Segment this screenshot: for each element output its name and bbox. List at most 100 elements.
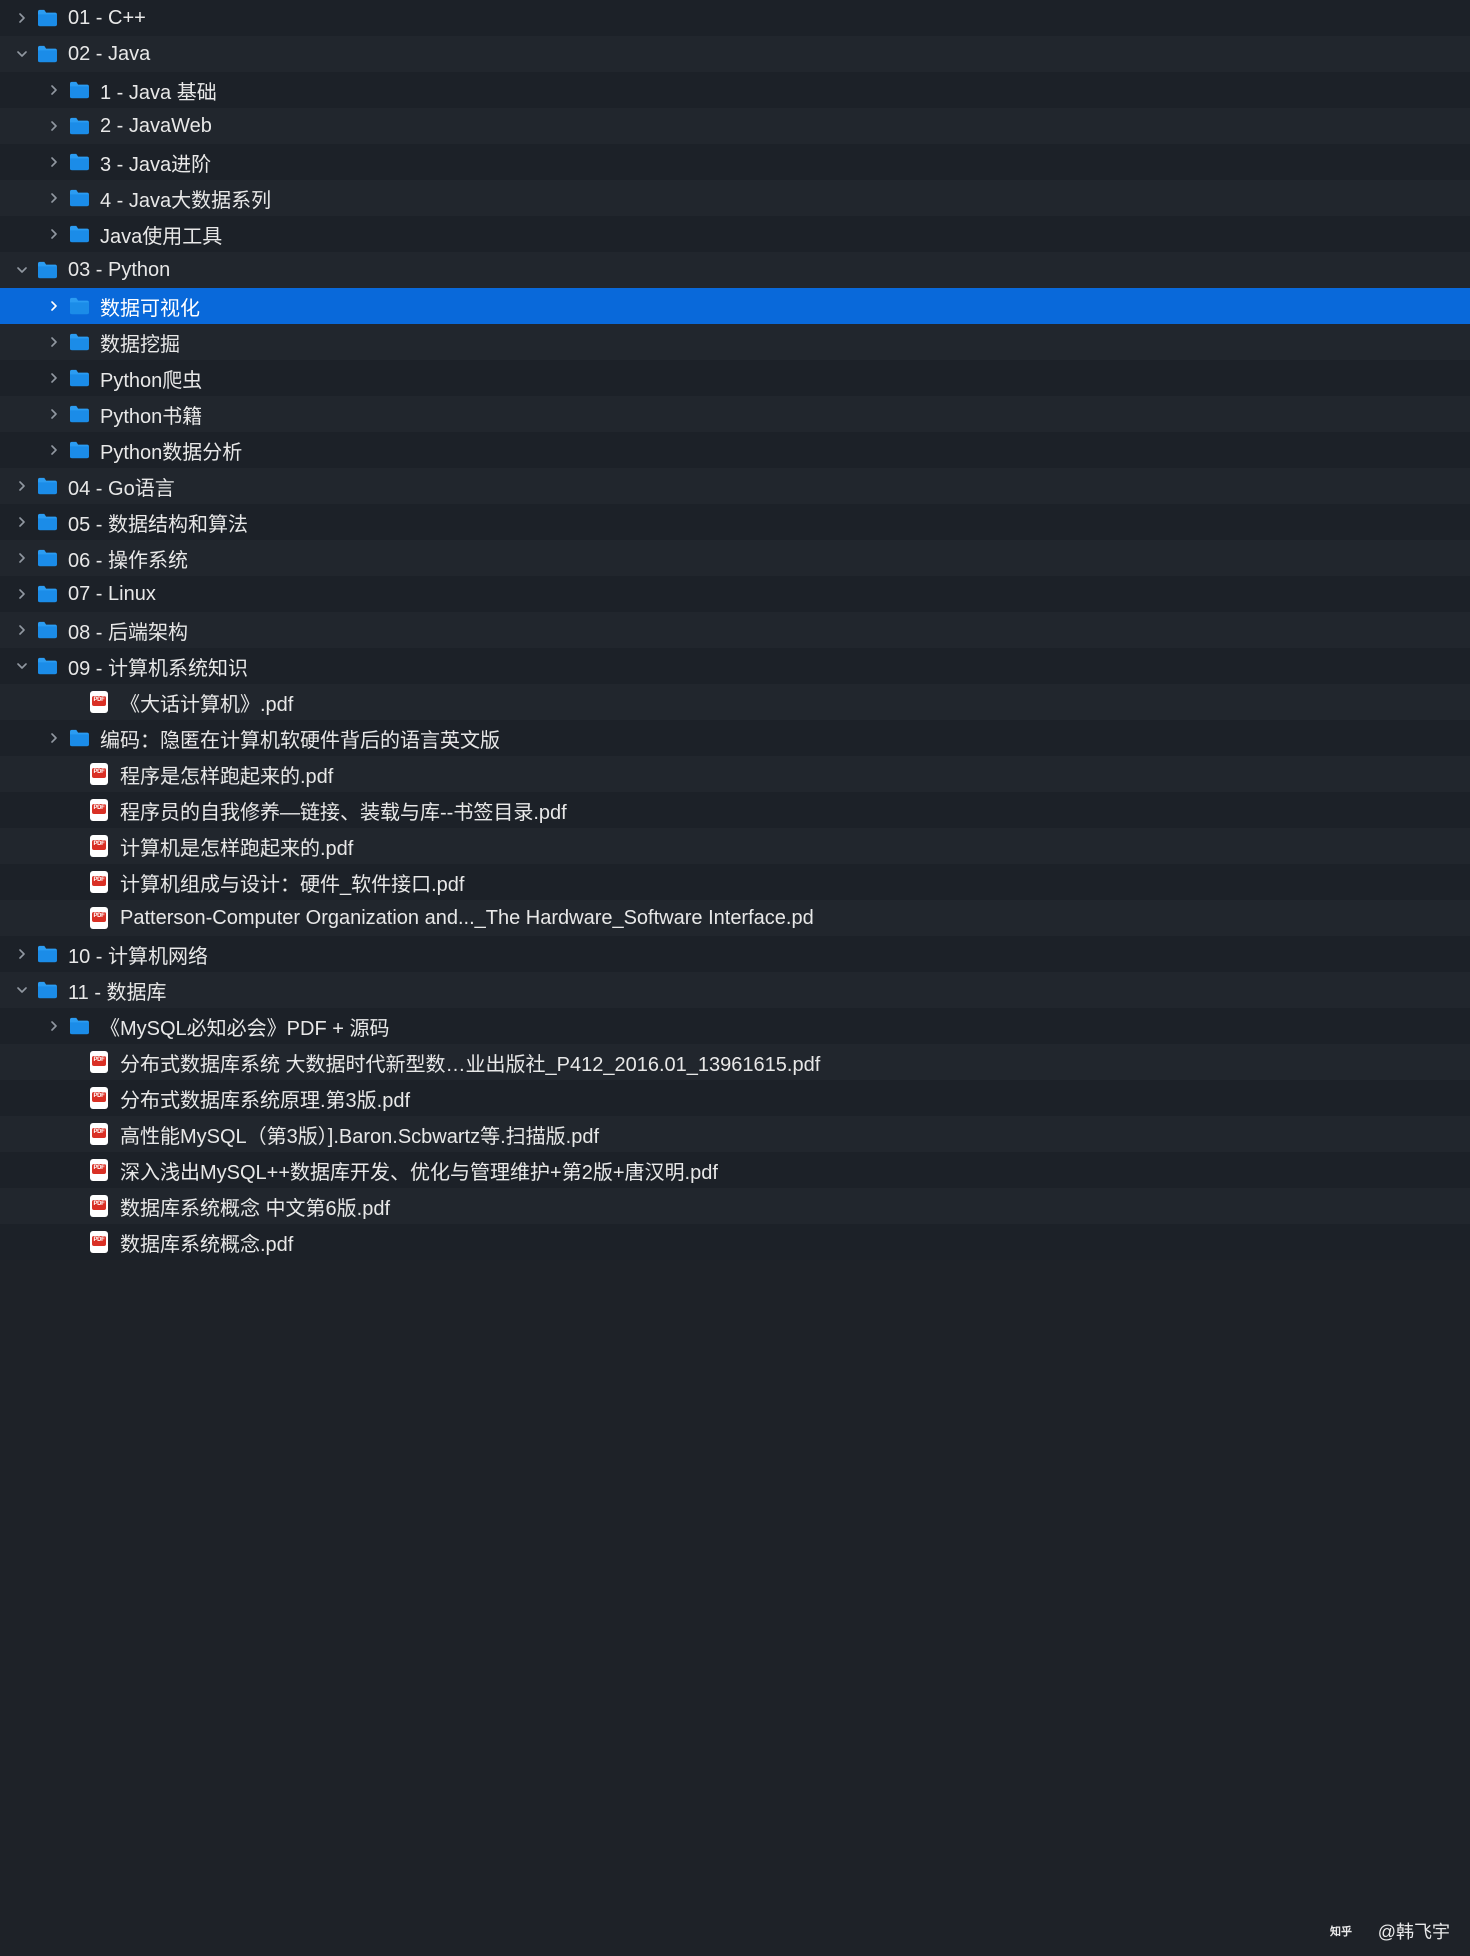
folder-icon bbox=[68, 439, 90, 461]
file-label: 分布式数据库系统 大数据时代新型数…业出版社_P412_2016.01_1396… bbox=[120, 1048, 820, 1077]
chevron-right-icon[interactable] bbox=[46, 118, 62, 134]
chevron-right-icon[interactable] bbox=[46, 442, 62, 458]
chevron-right-icon[interactable] bbox=[46, 190, 62, 206]
tree-row[interactable]: 10 - 计算机网络 bbox=[0, 936, 1470, 972]
folder-icon bbox=[68, 1015, 90, 1037]
chevron-right-icon[interactable] bbox=[46, 226, 62, 242]
chevron-right-icon[interactable] bbox=[14, 622, 30, 638]
folder-label: 《MySQL必知必会》PDF + 源码 bbox=[100, 1012, 389, 1041]
chevron-down-icon[interactable] bbox=[14, 262, 30, 278]
tree-row[interactable]: 11 - 数据库 bbox=[0, 972, 1470, 1008]
chevron-right-icon[interactable] bbox=[14, 10, 30, 26]
tree-row[interactable]: 07 - Linux bbox=[0, 576, 1470, 612]
tree-row[interactable]: 分布式数据库系统原理.第3版.pdf bbox=[0, 1080, 1470, 1116]
chevron-down-icon[interactable] bbox=[14, 658, 30, 674]
pdf-file-icon bbox=[90, 1123, 108, 1145]
file-label: 计算机是怎样跑起来的.pdf bbox=[120, 832, 353, 861]
chevron-right-icon[interactable] bbox=[46, 370, 62, 386]
file-label: Patterson-Computer Organization and..._T… bbox=[120, 907, 814, 930]
tree-row[interactable]: 分布式数据库系统 大数据时代新型数…业出版社_P412_2016.01_1396… bbox=[0, 1044, 1470, 1080]
tree-row[interactable]: Java使用工具 bbox=[0, 216, 1470, 252]
chevron-down-icon[interactable] bbox=[14, 46, 30, 62]
tree-row[interactable]: 08 - 后端架构 bbox=[0, 612, 1470, 648]
file-label: 高性能MySQL（第3版）].Baron.Scbwartz等.扫描版.pdf bbox=[120, 1120, 599, 1149]
folder-icon bbox=[68, 223, 90, 245]
tree-row[interactable]: 01 - C++ bbox=[0, 0, 1470, 36]
folder-label: 07 - Linux bbox=[68, 583, 156, 606]
tree-row[interactable]: 深入浅出MySQL++数据库开发、优化与管理维护+第2版+唐汉明.pdf bbox=[0, 1152, 1470, 1188]
pdf-file-icon bbox=[90, 763, 108, 785]
folder-icon bbox=[68, 151, 90, 173]
tree-row[interactable]: 计算机是怎样跑起来的.pdf bbox=[0, 828, 1470, 864]
watermark: 知乎 @韩飞宇 bbox=[1330, 1918, 1450, 1944]
pdf-file-icon bbox=[90, 1051, 108, 1073]
folder-label: 3 - Java进阶 bbox=[100, 148, 211, 177]
folder-icon bbox=[68, 79, 90, 101]
folder-label: Java使用工具 bbox=[100, 220, 222, 249]
folder-label: 10 - 计算机网络 bbox=[68, 940, 208, 969]
pdf-file-icon bbox=[90, 799, 108, 821]
chevron-right-icon[interactable] bbox=[46, 334, 62, 350]
watermark-text: @韩飞宇 bbox=[1378, 1918, 1450, 1944]
folder-icon bbox=[36, 547, 58, 569]
tree-row[interactable]: 05 - 数据结构和算法 bbox=[0, 504, 1470, 540]
tree-row[interactable]: 03 - Python bbox=[0, 252, 1470, 288]
tree-row[interactable]: 02 - Java bbox=[0, 36, 1470, 72]
tree-row[interactable]: 数据可视化 bbox=[0, 288, 1470, 324]
folder-label: 11 - 数据库 bbox=[68, 976, 167, 1005]
chevron-right-icon[interactable] bbox=[46, 730, 62, 746]
tree-row[interactable]: Python书籍 bbox=[0, 396, 1470, 432]
svg-text:知乎: 知乎 bbox=[1330, 1924, 1352, 1938]
folder-label: Python书籍 bbox=[100, 400, 202, 429]
chevron-right-icon[interactable] bbox=[14, 478, 30, 494]
tree-row[interactable]: Patterson-Computer Organization and..._T… bbox=[0, 900, 1470, 936]
folder-label: 03 - Python bbox=[68, 259, 170, 282]
tree-row[interactable]: 4 - Java大数据系列 bbox=[0, 180, 1470, 216]
chevron-right-icon[interactable] bbox=[14, 946, 30, 962]
tree-row[interactable]: 数据挖掘 bbox=[0, 324, 1470, 360]
folder-label: 08 - 后端架构 bbox=[68, 616, 188, 645]
pdf-file-icon bbox=[90, 871, 108, 893]
tree-row[interactable]: 1 - Java 基础 bbox=[0, 72, 1470, 108]
folder-icon bbox=[36, 7, 58, 29]
chevron-right-icon[interactable] bbox=[46, 1018, 62, 1034]
folder-icon bbox=[68, 295, 90, 317]
chevron-right-icon[interactable] bbox=[14, 550, 30, 566]
chevron-right-icon[interactable] bbox=[46, 82, 62, 98]
chevron-down-icon[interactable] bbox=[14, 982, 30, 998]
file-tree[interactable]: 01 - C++02 - Java1 - Java 基础2 - JavaWeb 3… bbox=[0, 0, 1470, 1260]
chevron-right-icon[interactable] bbox=[46, 154, 62, 170]
tree-row[interactable]: 数据库系统概念.pdf bbox=[0, 1224, 1470, 1260]
file-label: 数据库系统概念 中文第6版.pdf bbox=[120, 1192, 390, 1221]
pdf-file-icon bbox=[90, 691, 108, 713]
chevron-right-icon[interactable] bbox=[14, 514, 30, 530]
chevron-right-icon[interactable] bbox=[46, 406, 62, 422]
tree-row[interactable]: 数据库系统概念 中文第6版.pdf bbox=[0, 1188, 1470, 1224]
chevron-right-icon[interactable] bbox=[14, 586, 30, 602]
pdf-file-icon bbox=[90, 1087, 108, 1109]
tree-row[interactable]: Python爬虫 bbox=[0, 360, 1470, 396]
folder-label: Python数据分析 bbox=[100, 436, 242, 465]
tree-row[interactable]: 2 - JavaWeb bbox=[0, 108, 1470, 144]
tree-row[interactable]: 程序员的自我修养—链接、装载与库--书签目录.pdf bbox=[0, 792, 1470, 828]
folder-label: 数据挖掘 bbox=[100, 328, 180, 357]
tree-row[interactable]: 《大话计算机》.pdf bbox=[0, 684, 1470, 720]
folder-icon bbox=[36, 475, 58, 497]
folder-icon bbox=[36, 583, 58, 605]
tree-row[interactable]: 计算机组成与设计：硬件_软件接口.pdf bbox=[0, 864, 1470, 900]
tree-row[interactable]: 编码：隐匿在计算机软硬件背后的语言英文版 bbox=[0, 720, 1470, 756]
tree-row[interactable]: 《MySQL必知必会》PDF + 源码 bbox=[0, 1008, 1470, 1044]
tree-row[interactable]: 09 - 计算机系统知识 bbox=[0, 648, 1470, 684]
tree-row[interactable]: 3 - Java进阶 bbox=[0, 144, 1470, 180]
folder-icon bbox=[36, 619, 58, 641]
folder-icon bbox=[68, 727, 90, 749]
folder-icon bbox=[36, 943, 58, 965]
pdf-file-icon bbox=[90, 1195, 108, 1217]
file-label: 程序员的自我修养—链接、装载与库--书签目录.pdf bbox=[120, 796, 567, 825]
tree-row[interactable]: Python数据分析 bbox=[0, 432, 1470, 468]
chevron-right-icon[interactable] bbox=[46, 298, 62, 314]
tree-row[interactable]: 程序是怎样跑起来的.pdf bbox=[0, 756, 1470, 792]
tree-row[interactable]: 高性能MySQL（第3版）].Baron.Scbwartz等.扫描版.pdf bbox=[0, 1116, 1470, 1152]
tree-row[interactable]: 04 - Go语言 bbox=[0, 468, 1470, 504]
tree-row[interactable]: 06 - 操作系统 bbox=[0, 540, 1470, 576]
